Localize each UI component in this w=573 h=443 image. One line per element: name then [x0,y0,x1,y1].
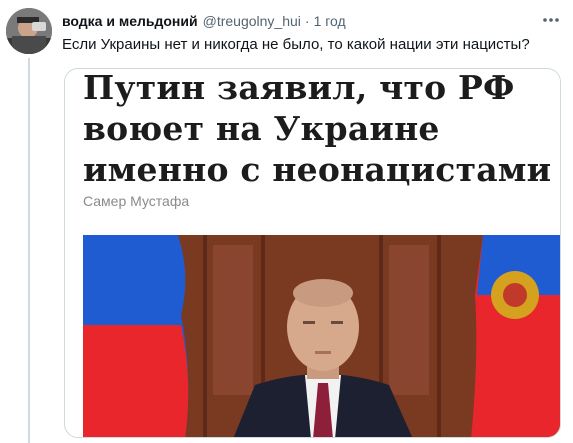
author-name[interactable]: водка и мельдоний [62,13,198,29]
tweet-header: водка и мельдоний @treugolny_hui · 1 год [62,13,346,31]
article-photo [83,235,560,437]
more-horizontal-icon [543,18,559,22]
author-handle[interactable]: @treugolny_hui [203,13,301,29]
tweet: водка и мельдоний @treugolny_hui · 1 год… [0,0,573,443]
separator-dot: · [304,13,310,29]
tweet-text: Если Украины нет и никогда не было, то к… [62,36,530,53]
avatar-image [6,8,52,54]
tweet-timestamp[interactable]: 1 год [314,13,346,29]
thread-line [28,58,30,443]
more-options-button[interactable] [539,10,563,30]
article-headline: Путин заявил, что РФ воюет на Украине им… [83,68,552,189]
article-author: Самер Мустафа [83,193,190,209]
media-card[interactable]: Путин заявил, что РФ воюет на Украине им… [64,68,561,438]
press-conference-photo [83,235,560,437]
avatar[interactable] [6,8,52,54]
